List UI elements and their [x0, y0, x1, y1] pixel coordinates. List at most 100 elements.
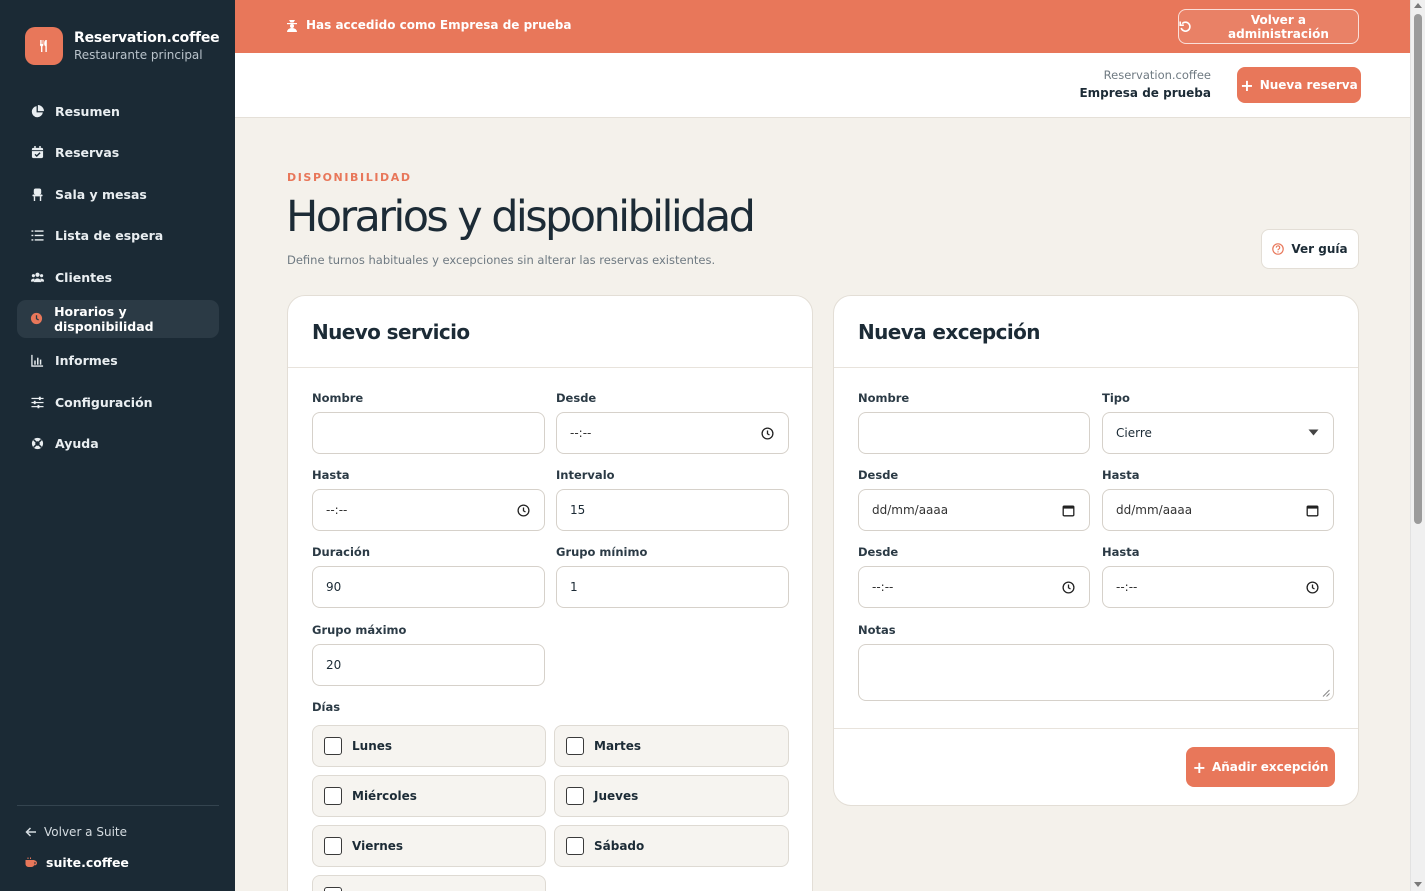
day-checkbox[interactable]: [566, 787, 584, 805]
brand[interactable]: Reservation.coffee Restaurante principal: [25, 27, 220, 65]
day-option-martes[interactable]: Martes: [554, 725, 789, 767]
user-secret-icon: [287, 19, 297, 32]
plus-icon: +: [1192, 757, 1206, 777]
new-reservation-button[interactable]: + Nueva reserva: [1237, 67, 1361, 103]
day-checkbox[interactable]: [324, 787, 342, 805]
calendar-icon: [1062, 505, 1075, 517]
new-service-title: Nuevo servicio: [312, 319, 470, 344]
exception-time-to-value: --:--: [1116, 580, 1138, 594]
resize-handle-icon[interactable]: [1322, 689, 1330, 697]
service-to-time-input[interactable]: --:--: [312, 489, 545, 531]
chair-icon: [30, 187, 44, 201]
service-interval-label: Intervalo: [556, 468, 615, 482]
service-from-time-input[interactable]: --:--: [556, 412, 789, 454]
back-to-admin-button[interactable]: Volver a administración: [1178, 9, 1359, 44]
service-to-value: --:--: [326, 503, 348, 517]
service-min-group-input[interactable]: 1: [556, 566, 789, 608]
sidebar-item-label: Resumen: [55, 103, 120, 119]
service-interval-input[interactable]: 15: [556, 489, 789, 531]
sidebar-item-label: Informes: [55, 353, 118, 369]
day-option-viernes[interactable]: Viernes: [312, 825, 546, 867]
pie-chart-icon: [30, 104, 44, 118]
service-name-label: Nombre: [312, 391, 364, 405]
day-checkbox[interactable]: [324, 837, 342, 855]
new-exception-title: Nueva excepción: [858, 319, 1041, 344]
service-from-value: --:--: [570, 426, 592, 440]
clock-icon: [30, 312, 43, 326]
service-max-group-input[interactable]: 20: [312, 644, 545, 686]
sidebar-item-label: Horarios y disponibilidad: [54, 303, 154, 334]
exception-date-to-input[interactable]: dd/mm/aaaa: [1102, 489, 1334, 531]
new-exception-card: Nueva excepción Nombre Tipo Cierre Desde…: [833, 295, 1359, 806]
service-name-input[interactable]: [312, 412, 545, 454]
scroll-up-icon[interactable]: [1414, 3, 1422, 8]
sidebar-item-horarios[interactable]: Horarios y disponibilidad: [17, 299, 219, 338]
exception-notes-textarea[interactable]: [858, 644, 1334, 701]
exception-type-value: Cierre: [1116, 426, 1152, 440]
day-checkbox[interactable]: [566, 737, 584, 755]
new-exception-header: Nueva excepción: [834, 296, 1358, 368]
cutlery-icon: [40, 40, 47, 52]
sidebar-item-label: Sala y mesas: [55, 186, 147, 202]
clock-icon: [761, 427, 774, 440]
day-checkbox[interactable]: [566, 837, 584, 855]
service-days-label: Días: [312, 700, 341, 714]
exception-type-select[interactable]: Cierre: [1102, 412, 1334, 454]
exception-name-label: Nombre: [858, 391, 910, 405]
page-eyebrow: DISPONIBILIDAD: [287, 171, 412, 184]
sidebar-item-reservas[interactable]: Reservas: [17, 134, 219, 172]
service-duration-input[interactable]: 90: [312, 566, 545, 608]
sliders-icon: [30, 395, 44, 409]
service-duration-value: 90: [326, 580, 342, 594]
exception-time-to-label: Hasta: [1102, 545, 1140, 559]
sidebar-item-label: Clientes: [55, 269, 113, 285]
day-checkbox[interactable]: [324, 887, 342, 891]
day-label: Viernes: [352, 839, 404, 853]
day-option-miercoles[interactable]: Miércoles: [312, 775, 546, 817]
day-label: Sábado: [594, 839, 645, 853]
exception-notes-label: Notas: [858, 623, 896, 637]
day-option-sabado[interactable]: Sábado: [554, 825, 789, 867]
day-label: Jueves: [594, 789, 639, 803]
sidebar-item-ayuda[interactable]: Ayuda: [17, 425, 219, 463]
sidebar-item-label: Lista de espera: [55, 228, 164, 244]
scroll-down-icon[interactable]: [1414, 882, 1422, 887]
list-icon: [30, 229, 44, 243]
add-exception-button[interactable]: + Añadir excepción: [1186, 747, 1335, 787]
day-checkbox[interactable]: [324, 737, 342, 755]
page-scrollbar[interactable]: [1410, 0, 1425, 891]
service-interval-value: 15: [570, 503, 586, 517]
service-max-group-value: 20: [326, 658, 342, 672]
new-service-header: Nuevo servicio: [288, 296, 812, 368]
sidebar-item-lista-de-espera[interactable]: Lista de espera: [17, 217, 219, 255]
view-guide-button[interactable]: Ver guía: [1261, 229, 1359, 269]
suite-brand[interactable]: suite.coffee: [25, 855, 129, 870]
arrow-left-icon: [25, 827, 36, 837]
exception-date-from-value: dd/mm/aaaa: [872, 503, 949, 517]
new-service-card: Nuevo servicio Nombre Desde --:-- Hasta …: [287, 295, 813, 891]
clock-icon: [1306, 581, 1319, 594]
day-option-lunes[interactable]: Lunes: [312, 725, 546, 767]
scrollbar-thumb[interactable]: [1414, 14, 1422, 524]
help-icon: [30, 437, 44, 451]
exception-time-to-input[interactable]: --:--: [1102, 566, 1334, 608]
sidebar-item-informes[interactable]: Informes: [17, 342, 219, 380]
service-to-label: Hasta: [312, 468, 350, 482]
sidebar-item-resumen[interactable]: Resumen: [17, 92, 219, 130]
exception-time-from-input[interactable]: --:--: [858, 566, 1090, 608]
sidebar-item-clientes[interactable]: Clientes: [17, 258, 219, 296]
exception-type-label: Tipo: [1102, 391, 1130, 405]
sidebar-item-sala-y-mesas[interactable]: Sala y mesas: [17, 175, 219, 213]
add-exception-label: Añadir excepción: [1211, 760, 1329, 774]
exception-name-input[interactable]: [858, 412, 1090, 454]
day-option-jueves[interactable]: Jueves: [554, 775, 789, 817]
caret-down-icon: [1308, 429, 1319, 436]
tenant-app-name: Reservation.coffee: [1103, 68, 1211, 82]
back-to-suite-link[interactable]: Volver a Suite: [25, 825, 127, 839]
exception-time-from-label: Desde: [858, 545, 899, 559]
day-option-partial[interactable]: [312, 875, 546, 891]
sidebar-item-label: Reservas: [55, 145, 120, 161]
exception-date-from-input[interactable]: dd/mm/aaaa: [858, 489, 1090, 531]
sidebar-item-configuracion[interactable]: Configuración: [17, 383, 219, 421]
sidebar: Reservation.coffee Restaurante principal…: [0, 0, 235, 891]
